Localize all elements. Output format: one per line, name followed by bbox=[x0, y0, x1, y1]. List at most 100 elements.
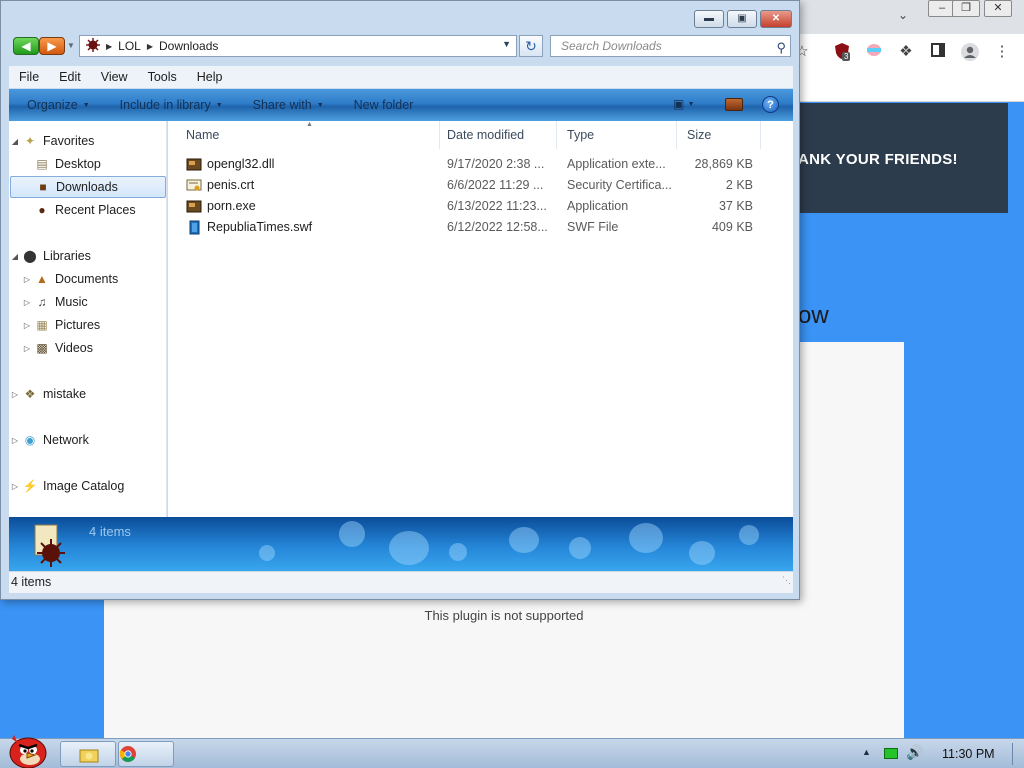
expand-triangle-icon[interactable]: ▷ bbox=[21, 298, 33, 307]
browser-restore-button[interactable]: ❐ bbox=[952, 0, 980, 17]
include-in-library-button[interactable]: Include in library ▼ bbox=[120, 98, 223, 112]
taskbar-clock[interactable]: 11:30 PM bbox=[942, 747, 995, 761]
column-header-size[interactable]: Size bbox=[677, 121, 761, 149]
nav-documents[interactable]: ▷ ▲ Documents bbox=[9, 268, 167, 290]
volume-icon[interactable]: 🔊 bbox=[906, 744, 923, 761]
forward-button[interactable]: ▶ bbox=[39, 37, 65, 55]
file-name[interactable]: RepubliaTimes.swf bbox=[207, 220, 312, 234]
recent-pages-dropdown-icon[interactable]: ▼ bbox=[67, 41, 75, 50]
nav-image-catalog[interactable]: ▷ ⚡ Image Catalog bbox=[9, 475, 167, 497]
column-header-name[interactable]: Name bbox=[176, 121, 440, 149]
nav-recent-places[interactable]: ● Recent Places bbox=[9, 199, 167, 221]
nav-desktop[interactable]: ▤ Desktop bbox=[9, 153, 167, 175]
file-date: 6/6/2022 11:29 ... bbox=[447, 178, 544, 192]
explorer-title-bar[interactable]: ▬ ▣ ✕ bbox=[1, 1, 799, 33]
share-with-label: Share with bbox=[252, 98, 312, 112]
decor-bubble bbox=[389, 531, 429, 565]
file-row[interactable]: opengl32.dll 9/17/2020 2:38 ... Applicat… bbox=[168, 154, 778, 175]
address-dropdown-icon[interactable]: ▼ bbox=[502, 39, 511, 49]
preview-pane-button[interactable] bbox=[725, 98, 743, 111]
help-icon[interactable]: ? bbox=[762, 96, 779, 113]
site-header-text: ANK YOUR FRIENDS! bbox=[798, 151, 958, 168]
explorer-close-button[interactable]: ✕ bbox=[760, 10, 792, 28]
browser-menu-icon[interactable]: ⋮ bbox=[992, 42, 1012, 62]
nav-music-label: Music bbox=[55, 295, 88, 309]
menu-edit[interactable]: Edit bbox=[49, 70, 91, 84]
expand-triangle-icon[interactable]: ▷ bbox=[9, 436, 21, 445]
breadcrumb-separator-icon: ▶ bbox=[146, 41, 153, 51]
nav-mistake[interactable]: ▷ ❖ mistake bbox=[9, 383, 167, 405]
search-icon[interactable]: ⚲ bbox=[776, 38, 786, 58]
file-name[interactable]: porn.exe bbox=[207, 199, 256, 213]
menu-help[interactable]: Help bbox=[187, 70, 233, 84]
nav-libraries[interactable]: ◢ ⬤ Libraries bbox=[9, 245, 167, 267]
refresh-button[interactable]: ↻ bbox=[519, 35, 543, 57]
nav-downloads[interactable]: ■ Downloads bbox=[10, 176, 166, 198]
file-row[interactable]: penis.crt 6/6/2022 11:29 ... Security Ce… bbox=[168, 175, 778, 196]
menu-file[interactable]: File bbox=[9, 70, 49, 84]
ublock-extension-icon[interactable]: 3 bbox=[832, 42, 852, 62]
nav-network[interactable]: ▷ ◉ Network bbox=[9, 429, 167, 451]
extensions-puzzle-icon[interactable]: ❖ bbox=[896, 42, 916, 62]
share-with-button[interactable]: Share with ▼ bbox=[253, 98, 324, 112]
page-heading-fragment: ow bbox=[798, 302, 829, 329]
expand-triangle-icon[interactable]: ▷ bbox=[21, 275, 33, 284]
menu-view[interactable]: View bbox=[91, 70, 138, 84]
expand-triangle-icon[interactable]: ▷ bbox=[9, 482, 21, 491]
homegroup-icon: ❖ bbox=[24, 387, 36, 401]
change-view-button[interactable]: ▣ ▼ bbox=[673, 97, 707, 113]
decor-bubble bbox=[449, 543, 467, 561]
file-row[interactable]: RepubliaTimes.swf 6/12/2022 12:58... SWF… bbox=[168, 217, 778, 238]
taskbar-explorer-button[interactable] bbox=[60, 741, 116, 767]
collapse-triangle-icon[interactable]: ◢ bbox=[9, 137, 21, 146]
address-bar[interactable]: ▶ LOL ▶ Downloads ▼ bbox=[79, 35, 517, 57]
side-panel-icon[interactable] bbox=[928, 42, 948, 62]
page-side-strip bbox=[1006, 213, 1024, 738]
decor-bubble bbox=[259, 545, 275, 561]
expand-triangle-icon[interactable]: ▷ bbox=[9, 390, 21, 399]
extension-badge: 3 bbox=[842, 52, 851, 61]
column-header-type[interactable]: Type bbox=[557, 121, 677, 149]
image-catalog-lightning-icon: ⚡ bbox=[22, 479, 38, 493]
menu-bar: File Edit View Tools Help bbox=[9, 66, 793, 88]
file-size: 409 KB bbox=[711, 220, 753, 234]
file-row[interactable]: porn.exe 6/13/2022 11:23... Application … bbox=[168, 196, 778, 217]
taskbar-chrome-button[interactable] bbox=[118, 741, 174, 767]
file-date: 6/12/2022 12:58... bbox=[447, 220, 548, 234]
column-header-date-modified[interactable]: Date modified bbox=[437, 121, 557, 149]
network-tray-icon[interactable] bbox=[884, 748, 898, 759]
menu-tools[interactable]: Tools bbox=[138, 70, 187, 84]
pride-extension-icon[interactable] bbox=[864, 42, 884, 62]
show-desktop-button[interactable] bbox=[1012, 743, 1013, 765]
nav-favorites[interactable]: ◢ ✦ Favorites bbox=[9, 130, 167, 152]
profile-avatar-icon[interactable] bbox=[960, 42, 980, 62]
breadcrumb-separator-icon: ▶ bbox=[106, 41, 113, 51]
file-name[interactable]: opengl32.dll bbox=[207, 157, 274, 171]
expand-triangle-icon[interactable]: ▷ bbox=[21, 344, 33, 353]
documents-icon: ▲ bbox=[36, 272, 48, 286]
nav-pictures[interactable]: ▷ ▦ Pictures bbox=[9, 314, 167, 336]
file-name[interactable]: penis.crt bbox=[207, 178, 254, 192]
status-item-count: 4 items bbox=[11, 575, 52, 589]
new-folder-button[interactable]: New folder bbox=[354, 98, 414, 112]
nav-music[interactable]: ▷ ♫ Music bbox=[9, 291, 167, 313]
chevron-down-icon: ▼ bbox=[316, 102, 324, 109]
resize-grip-icon[interactable]: ⋱ bbox=[782, 570, 791, 591]
breadcrumb-downloads[interactable]: Downloads bbox=[159, 39, 218, 53]
nav-videos[interactable]: ▷ ▩ Videos bbox=[9, 337, 167, 359]
tray-overflow-icon[interactable]: ▲ bbox=[862, 747, 871, 757]
chevron-down-icon: ▼ bbox=[687, 101, 695, 108]
browser-close-button[interactable]: ✕ bbox=[984, 0, 1012, 17]
explorer-maximize-button[interactable]: ▣ bbox=[727, 10, 757, 28]
expand-triangle-icon[interactable]: ▷ bbox=[21, 321, 33, 330]
tab-search-chevron-icon[interactable]: ⌄ bbox=[898, 8, 908, 22]
nav-recent-places-label: Recent Places bbox=[55, 203, 136, 217]
organize-button[interactable]: Organize ▼ bbox=[27, 98, 90, 112]
breadcrumb-lol[interactable]: LOL bbox=[118, 39, 141, 53]
search-input[interactable]: Search Downloads ⚲ bbox=[550, 35, 791, 57]
decor-bubble bbox=[339, 521, 365, 547]
collapse-triangle-icon[interactable]: ◢ bbox=[9, 252, 21, 261]
back-button[interactable]: ◀ bbox=[13, 37, 39, 55]
start-button-angry-bird-icon[interactable] bbox=[2, 731, 50, 768]
explorer-minimize-button[interactable]: ▬ bbox=[694, 10, 724, 28]
